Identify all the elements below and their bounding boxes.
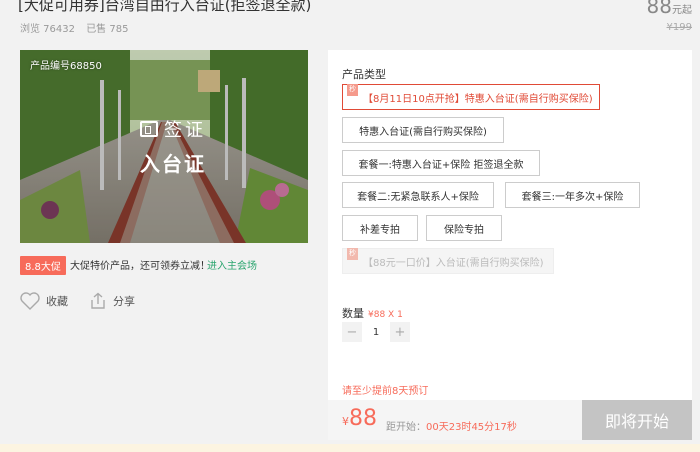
favorite-label: 收藏	[46, 295, 68, 308]
buy-bar: ¥88 距开始：00天23时45分17秒 即将开始	[328, 400, 692, 440]
overlay-visa-text: 签证	[164, 120, 206, 141]
flash-tag: 秒	[347, 84, 358, 96]
quantity-stepper: − 1 +	[342, 322, 410, 342]
id-card-icon	[140, 121, 158, 137]
option-label: 套餐二:无紧急联系人+保险	[357, 191, 479, 203]
image-overlay: 签证 入台证	[128, 116, 218, 176]
share-label: 分享	[113, 295, 135, 308]
header-price-unit: 元起	[672, 5, 692, 16]
countdown-value: 00天23时45分17秒	[426, 422, 517, 433]
option-price-diff[interactable]: 补差专拍	[342, 215, 418, 241]
overlay-line1: 签证	[128, 116, 218, 142]
header-price-value: 88	[646, 0, 672, 18]
option-package-2[interactable]: 套餐二:无紧急联系人+保险	[342, 182, 494, 208]
countdown-label: 距开始：	[386, 422, 426, 433]
product-stats: 浏览 76432 已售 785	[20, 20, 136, 35]
increment-button[interactable]: +	[390, 322, 410, 342]
option-insurance[interactable]: 保险专拍	[426, 215, 502, 241]
buy-price: ¥88	[342, 406, 377, 431]
share-icon	[91, 292, 105, 309]
original-price: ¥199	[666, 22, 692, 33]
flash-tag: 秒	[347, 248, 358, 260]
option-fixed-price: 秒 【88元一口价】入台证(需自行购买保险)	[342, 248, 554, 274]
promo-text: 大促特价产品，还可领券立减！	[70, 261, 210, 272]
currency-symbol: ¥	[342, 415, 349, 428]
option-label: 保险专拍	[444, 224, 484, 236]
view-count: 浏览 76432	[20, 24, 75, 35]
promo-badge: 8.8大促	[20, 256, 66, 275]
quantity-label: 数量 ¥88 X 1	[342, 305, 403, 321]
share-button[interactable]: 分享	[89, 292, 135, 310]
bottom-strip	[0, 444, 700, 452]
quantity-title: 数量	[342, 307, 364, 320]
page-title: [大促可用券]台湾自由行入台证(拒签退全款)	[18, 0, 312, 14]
countdown: 距开始：00天23时45分17秒	[386, 418, 517, 433]
sold-count: 已售 785	[86, 24, 129, 35]
promo-link[interactable]: 进入主会场	[207, 257, 257, 272]
decrement-button[interactable]: −	[342, 322, 362, 342]
header-price: 88元起	[647, 0, 692, 18]
option-special-visa[interactable]: 特惠入台证(需自行购买保险)	[342, 117, 504, 143]
booking-notice: 请至少提前8天预订	[342, 386, 429, 397]
option-package-1[interactable]: 套餐一:特惠入台证+保险 拒签退全款	[342, 150, 540, 176]
option-label: 套餐三:一年多次+保险	[521, 191, 624, 203]
buy-price-value: 88	[349, 406, 377, 431]
purchase-panel: 产品类型 秒 【8月11日10点开抢】特惠入台证(需自行购买保险) 特惠入台证(…	[328, 50, 692, 440]
product-number: 产品编号68850	[30, 61, 102, 72]
unit-price: ¥88 X 1	[368, 310, 403, 320]
option-package-3[interactable]: 套餐三:一年多次+保险	[505, 182, 640, 208]
product-type-label: 产品类型	[342, 68, 386, 81]
option-label: 【88元一口价】入台证(需自行购买保险)	[363, 257, 544, 269]
option-label: 特惠入台证(需自行购买保险)	[359, 126, 487, 138]
product-image[interactable]: 产品编号68850 签证 入台证	[20, 50, 308, 243]
quantity-input[interactable]: 1	[362, 322, 390, 342]
option-label: 补差专拍	[360, 224, 400, 236]
heart-icon	[20, 292, 40, 310]
option-flash-sale[interactable]: 秒 【8月11日10点开抢】特惠入台证(需自行购买保险)	[342, 84, 600, 110]
option-label: 【8月11日10点开抢】特惠入台证(需自行购买保险)	[363, 93, 593, 105]
coming-soon-button[interactable]: 即将开始	[582, 400, 692, 440]
option-label: 套餐一:特惠入台证+保险 拒签退全款	[358, 159, 524, 171]
overlay-line2: 入台证	[140, 152, 206, 176]
favorite-button[interactable]: 收藏	[20, 292, 68, 310]
